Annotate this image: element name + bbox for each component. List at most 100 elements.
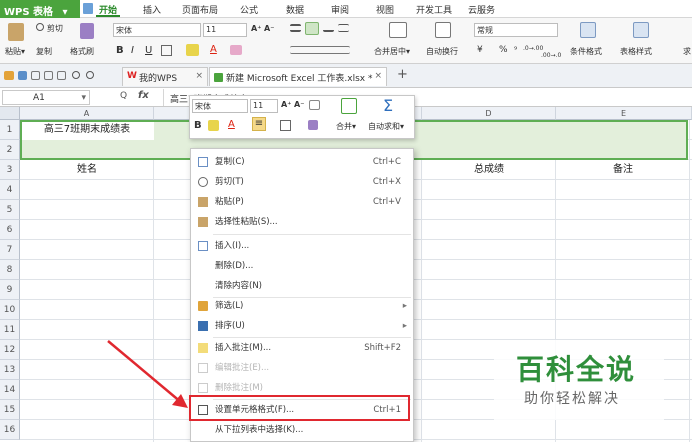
row-header-16[interactable]: 16: [0, 420, 20, 440]
row-header-11[interactable]: 11: [0, 320, 20, 340]
row-header-13[interactable]: 13: [0, 360, 20, 380]
tab-formula[interactable]: 公式: [240, 3, 258, 16]
thousands-button[interactable]: ⁹: [514, 45, 517, 54]
mini-format-painter-icon[interactable]: [308, 120, 318, 130]
cell-a3[interactable]: 姓名: [20, 160, 154, 180]
mini-autosum-button[interactable]: 自动求和▾: [368, 121, 404, 132]
row-header-5[interactable]: 5: [0, 200, 20, 220]
mini-borders-icon[interactable]: [280, 120, 291, 131]
copy-button[interactable]: 复制: [36, 46, 52, 57]
font-grow-button[interactable]: A⁺: [251, 24, 261, 33]
add-tab-button[interactable]: +: [397, 67, 408, 82]
print-preview-icon[interactable]: [57, 71, 66, 80]
open-folder-icon[interactable]: [4, 71, 14, 80]
currency-button[interactable]: ¥: [477, 45, 483, 55]
app-menu-button[interactable]: WPS 表格 ▾: [0, 0, 80, 18]
menu-item-clear-contents[interactable]: 清除内容(N): [191, 276, 413, 296]
font-shrink-button[interactable]: A⁻: [264, 24, 274, 33]
row-header-10[interactable]: 10: [0, 300, 20, 320]
row-header-14[interactable]: 14: [0, 380, 20, 400]
cell-a1[interactable]: 高三7班期末成绩表: [20, 120, 154, 140]
fill-color-icon[interactable]: [186, 44, 199, 56]
menu-item-insert-comment[interactable]: 插入批注(M)... Shift+F2: [191, 338, 413, 358]
mini-font-color-button[interactable]: A: [228, 119, 235, 130]
row-header-8[interactable]: 8: [0, 260, 20, 280]
tab-review[interactable]: 审阅: [331, 3, 349, 16]
menu-item-copy[interactable]: 复制(C) Ctrl+C: [191, 152, 413, 172]
tab-my-wps[interactable]: W 我的WPS ×: [122, 67, 208, 86]
menu-item-pick-from-list[interactable]: 从下拉列表中选择(K)...: [191, 420, 413, 440]
mini-font-select[interactable]: 宋体: [192, 99, 248, 113]
tab-page-layout[interactable]: 页面布局: [182, 3, 218, 16]
row-header-1[interactable]: 1: [0, 120, 20, 140]
mini-font-size-select[interactable]: 11: [250, 99, 278, 113]
row-header-2[interactable]: 2: [0, 140, 20, 160]
save-icon[interactable]: [18, 71, 27, 80]
menu-item-paste-special[interactable]: 选择性粘贴(S)...: [191, 212, 413, 232]
mini-fill-color-icon[interactable]: [208, 120, 219, 131]
mini-font-shrink-button[interactable]: A⁻: [294, 100, 304, 109]
row-header-7[interactable]: 7: [0, 240, 20, 260]
align-top-icon[interactable]: [290, 24, 301, 32]
row-header-3[interactable]: 3: [0, 160, 20, 180]
bold-button[interactable]: B: [116, 45, 124, 56]
column-header-a[interactable]: A: [20, 107, 154, 120]
menu-item-cut[interactable]: 剪切(T) Ctrl+X: [191, 172, 413, 192]
cell-d3[interactable]: 总成绩: [422, 160, 556, 180]
align-bottom-icon[interactable]: [323, 24, 334, 32]
column-header-d[interactable]: D: [422, 107, 556, 120]
column-header-e[interactable]: E: [556, 107, 692, 120]
align-middle-icon[interactable]: [305, 22, 319, 35]
mini-bold-button[interactable]: B: [194, 120, 202, 131]
percent-button[interactable]: %: [499, 45, 508, 55]
horizontal-align-icons[interactable]: [290, 46, 350, 54]
name-box[interactable]: A1 ▾: [2, 90, 90, 105]
tab-cloud[interactable]: 云服务: [468, 3, 495, 16]
table-style-button[interactable]: 表格样式: [620, 46, 652, 57]
font-color-button[interactable]: A: [210, 44, 217, 55]
wrap-text-button[interactable]: 自动换行: [426, 46, 458, 57]
menu-item-delete[interactable]: 删除(D)...: [191, 256, 413, 276]
print-icon[interactable]: [44, 71, 53, 80]
zoom-icon[interactable]: Q: [120, 91, 127, 101]
menu-item-sort[interactable]: 排序(U) ▸: [191, 316, 413, 336]
conditional-format-button[interactable]: 条件格式: [570, 46, 602, 57]
close-icon[interactable]: ×: [195, 71, 203, 81]
tab-view[interactable]: 视图: [376, 3, 394, 16]
menu-item-paste[interactable]: 粘贴(P) Ctrl+V: [191, 192, 413, 212]
cut-button[interactable]: 剪切: [36, 23, 63, 34]
paste-button[interactable]: 粘贴▾: [5, 46, 25, 57]
mini-align-button[interactable]: ≡: [252, 117, 266, 131]
close-icon[interactable]: ×: [374, 71, 382, 81]
tab-developer[interactable]: 开发工具: [416, 3, 452, 16]
menu-item-filter[interactable]: 筛选(L) ▸: [191, 296, 413, 316]
borders-icon[interactable]: [161, 45, 172, 56]
mini-font-grow-button[interactable]: A⁺: [281, 100, 291, 109]
increase-decimal-button[interactable]: .0→.00: [523, 45, 543, 52]
more-button[interactable]: 求: [683, 46, 691, 57]
fx-button[interactable]: fx: [138, 90, 149, 101]
font-size-select[interactable]: 11: [203, 23, 247, 37]
italic-button[interactable]: I: [131, 45, 134, 56]
row-header-6[interactable]: 6: [0, 220, 20, 240]
merge-center-button[interactable]: 合并居中▾: [374, 46, 410, 57]
cell-e3[interactable]: 备注: [556, 160, 690, 180]
mini-format-icon[interactable]: [309, 100, 320, 110]
row-header-15[interactable]: 15: [0, 400, 20, 420]
menu-item-insert[interactable]: 插入(I)...: [191, 236, 413, 256]
tab-workbook[interactable]: 新建 Microsoft Excel 工作表.xlsx * ×: [209, 67, 387, 86]
font-name-select[interactable]: 宋体: [113, 23, 201, 37]
underline-button[interactable]: U: [145, 45, 152, 56]
mini-merge-button[interactable]: 合并▾: [336, 121, 356, 132]
format-painter-button[interactable]: 格式刷: [70, 46, 94, 57]
redo-icon[interactable]: [86, 71, 94, 79]
clear-format-icon[interactable]: [230, 45, 242, 55]
select-all-corner[interactable]: [0, 107, 20, 120]
row-header-4[interactable]: 4: [0, 180, 20, 200]
tab-data[interactable]: 数据: [286, 3, 304, 16]
row-header-9[interactable]: 9: [0, 280, 20, 300]
number-format-select[interactable]: 常规: [474, 23, 558, 37]
undo-icon[interactable]: [72, 71, 80, 79]
indent-icon[interactable]: [338, 24, 349, 32]
export-icon[interactable]: [31, 71, 40, 80]
